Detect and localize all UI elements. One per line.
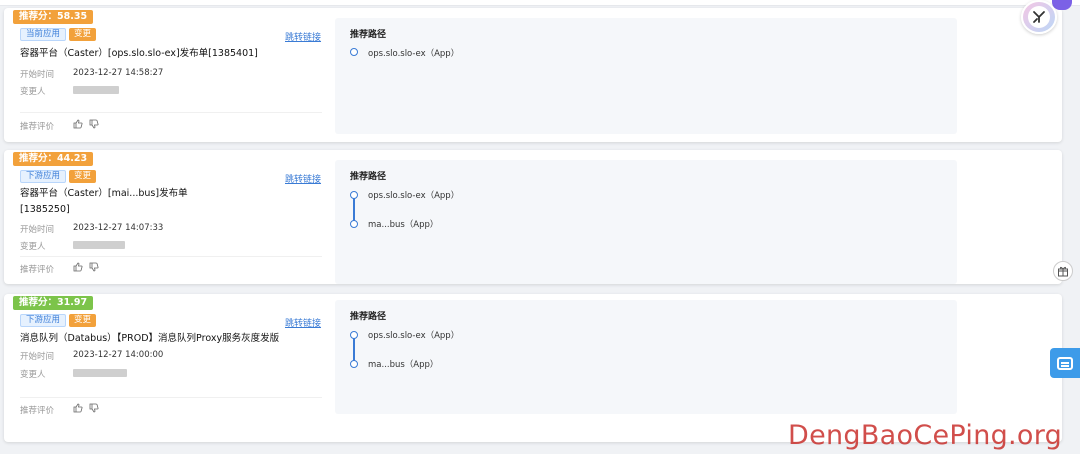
path-title: 推荐路径	[350, 30, 387, 40]
tag-group: 当前应用 变更	[20, 28, 97, 41]
change-tag: 变更	[69, 170, 97, 183]
eval-label: 推荐评价	[20, 265, 55, 275]
logo-glyph	[1028, 6, 1050, 28]
chat-bubble	[1057, 356, 1073, 370]
path-node-dot	[350, 360, 358, 368]
thumb-down-icon[interactable]	[89, 119, 99, 132]
path-node-dot	[350, 191, 358, 199]
recommendation-card: 推荐分：44.23 下游应用 变更 跳转链接 容器平台（Caster）[mai.…	[4, 150, 1062, 284]
change-tag: 变更	[69, 28, 97, 41]
eval-label: 推荐评价	[20, 122, 55, 132]
path-node[interactable]: ops.slo.slo-ex（App）	[368, 329, 459, 341]
changer-value	[73, 368, 127, 378]
thumb-down-icon[interactable]	[89, 262, 99, 275]
changer-label: 变更人	[20, 87, 46, 97]
footer-watermark: DengBaoCePing.org	[788, 420, 1063, 451]
changer-label: 变更人	[20, 242, 46, 252]
path-node[interactable]: ops.slo.slo-ex（App）	[368, 47, 459, 59]
path-node-dot	[350, 331, 358, 339]
change-title-line2: [1385250]	[20, 204, 70, 215]
recommend-path-panel: 推荐路径 ops.slo.slo-ex（App）	[335, 18, 957, 134]
path-node[interactable]: ops.slo.slo-ex（App）	[368, 189, 459, 201]
app-logo-icon[interactable]	[1021, 0, 1057, 34]
recommend-path-panel: 推荐路径 ops.slo.slo-ex（App） ma...bus（App）	[335, 160, 957, 284]
thumb-up-icon[interactable]	[73, 403, 83, 416]
scope-tag: 下游应用	[20, 170, 67, 183]
jump-link[interactable]: 跳转链接	[285, 316, 321, 329]
path-node[interactable]: ma...bus（App）	[368, 218, 438, 230]
start-time-label: 开始时间	[20, 70, 55, 80]
scope-tag: 下游应用	[20, 314, 67, 327]
tag-group: 下游应用 变更	[20, 314, 97, 327]
path-node-dot	[350, 220, 358, 228]
top-strip	[0, 0, 1080, 6]
thumb-up-icon[interactable]	[73, 262, 83, 275]
start-time-value: 2023-12-27 14:00:00	[73, 350, 164, 360]
start-time-label: 开始时间	[20, 225, 55, 235]
changer-label: 变更人	[20, 370, 46, 380]
thumb-up-icon[interactable]	[73, 119, 83, 132]
path-title: 推荐路径	[350, 172, 387, 182]
eval-label: 推荐评价	[20, 406, 55, 416]
score-badge: 推荐分：58.35	[13, 10, 94, 24]
change-title: 消息队列（Databus）【PROD】消息队列Proxy服务灰度发版	[20, 333, 280, 344]
score-badge: 推荐分：44.23	[13, 152, 94, 166]
change-title: 容器平台（Caster）[ops.slo.slo-ex]发布单[1385401]	[20, 48, 258, 59]
recommendation-card: 推荐分：58.35 当前应用 变更 跳转链接 容器平台（Caster）[ops.…	[4, 8, 1062, 142]
changer-value	[73, 85, 119, 95]
path-title: 推荐路径	[350, 312, 387, 322]
start-time-value: 2023-12-27 14:58:27	[73, 68, 164, 78]
gift-icon[interactable]	[1053, 261, 1073, 281]
jump-link[interactable]: 跳转链接	[285, 30, 321, 43]
path-node-dot	[350, 48, 358, 56]
changer-value	[73, 240, 125, 250]
divider	[20, 112, 322, 113]
jump-link[interactable]: 跳转链接	[285, 172, 321, 185]
chat-icon[interactable]	[1050, 348, 1080, 378]
start-time-label: 开始时间	[20, 352, 55, 362]
tag-group: 下游应用 变更	[20, 170, 97, 183]
recommend-path-panel: 推荐路径 ops.slo.slo-ex（App） ma...bus（App）	[335, 300, 957, 414]
change-title: 容器平台（Caster）[mai...bus]发布单	[20, 188, 188, 199]
change-tag: 变更	[69, 314, 97, 327]
score-badge: 推荐分：31.97	[13, 296, 94, 310]
thumb-down-icon[interactable]	[89, 403, 99, 416]
scope-tag: 当前应用	[20, 28, 67, 41]
divider	[20, 397, 322, 398]
path-node[interactable]: ma...bus（App）	[368, 358, 438, 370]
start-time-value: 2023-12-27 14:07:33	[73, 223, 164, 233]
divider	[20, 256, 322, 257]
